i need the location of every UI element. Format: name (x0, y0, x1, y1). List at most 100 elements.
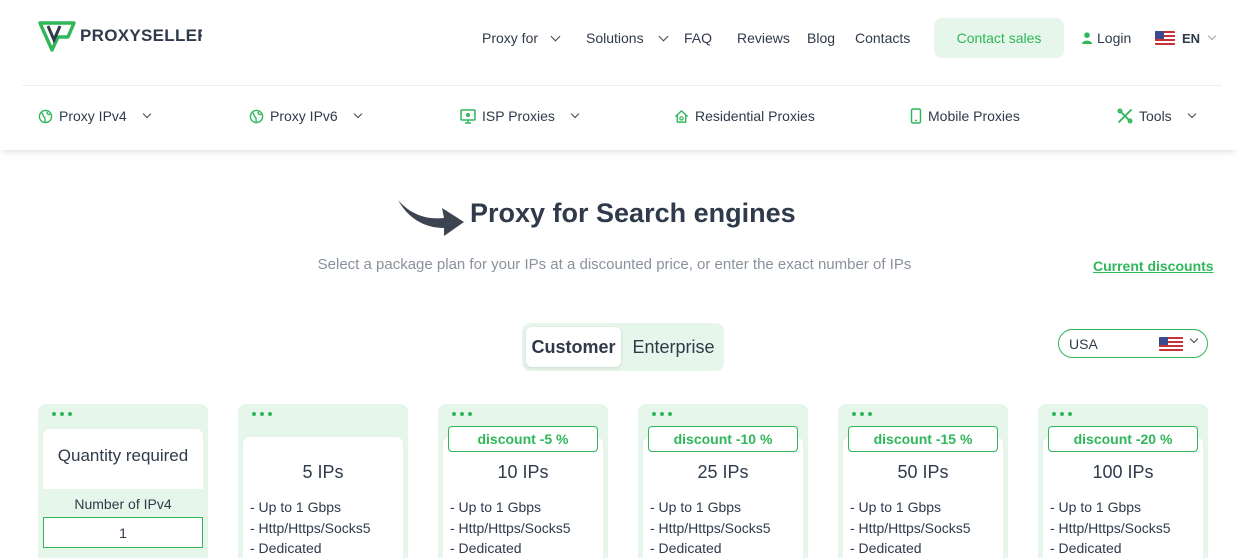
feature-speed: - Up to 1 Gbps (1050, 499, 1142, 515)
nav-proxy-for-label: Proxy for (482, 30, 539, 46)
top-header: PROXYSELLER Proxy for Solutions FAQ Revi… (0, 0, 1237, 86)
nav-blog[interactable]: Blog (807, 18, 835, 58)
package-features: - Up to 1 Gbps - Http/Https/Socks5 - Ded… (250, 497, 371, 558)
product-nav-label: Mobile Proxies (928, 108, 1020, 124)
product-nav-label: Proxy IPv4 (59, 108, 127, 124)
globe-icon (249, 109, 264, 123)
product-nav-tools[interactable]: Tools (1117, 86, 1196, 146)
product-nav: Proxy IPv4 Proxy IPv6 ISP Proxies Reside… (0, 86, 1237, 150)
language-selector[interactable]: EN (1155, 18, 1217, 58)
product-nav-isp-proxies[interactable]: ISP Proxies (460, 86, 580, 146)
package-features: - Up to 1 Gbps - Http/Https/Socks5 - Ded… (850, 497, 971, 558)
package-features: - Up to 1 Gbps - Http/Https/Socks5 - Ded… (1050, 497, 1171, 558)
product-nav-label: Tools (1139, 108, 1172, 124)
curved-arrow-icon (398, 200, 464, 236)
monitor-icon (460, 108, 476, 124)
product-nav-label: ISP Proxies (482, 108, 555, 124)
nav-reviews[interactable]: Reviews (737, 18, 790, 58)
package-ips: 5 IPs (302, 462, 344, 482)
phone-icon (910, 108, 922, 124)
feature-speed: - Up to 1 Gbps (650, 499, 742, 515)
chevron-down-icon (570, 109, 580, 119)
card-dots-icon (252, 412, 272, 416)
page-subtitle: Select a package plan for your IPs at a … (0, 256, 1237, 273)
chevron-down-icon (658, 31, 669, 41)
login-label: Login (1097, 30, 1132, 46)
feature-type: - Dedicated (450, 540, 522, 556)
package-ips: 10 IPs (497, 462, 549, 482)
page-subtitle-text: Select a package plan for your IPs at a … (317, 256, 912, 273)
chevron-down-icon (1189, 334, 1199, 344)
country-select-value: USA (1069, 335, 1098, 352)
us-flag-icon (1155, 31, 1175, 45)
current-discounts-link[interactable]: Current discounts (1093, 258, 1214, 274)
discount-badge: discount -20 % (1048, 426, 1198, 452)
nav-solutions[interactable]: Solutions (586, 18, 669, 58)
home-icon (674, 109, 689, 123)
chevron-down-icon (142, 109, 151, 119)
user-icon (1082, 32, 1092, 44)
product-nav-residential-proxies[interactable]: Residential Proxies (674, 86, 815, 146)
package-card-25[interactable]: discount -10 % 25 IPs - Up to 1 Gbps - H… (638, 404, 808, 558)
package-card-50[interactable]: discount -15 % 50 IPs - Up to 1 Gbps - H… (838, 404, 1008, 558)
feature-speed: - Up to 1 Gbps (450, 499, 542, 515)
feature-speed: - Up to 1 Gbps (250, 499, 342, 515)
product-nav-proxy-ipv6[interactable]: Proxy IPv6 (249, 86, 362, 146)
card-dots-icon (52, 412, 72, 416)
tools-icon (1117, 108, 1133, 124)
feature-speed: - Up to 1 Gbps (850, 499, 942, 515)
card-dots-icon (652, 412, 672, 416)
product-nav-label: Residential Proxies (695, 108, 815, 124)
country-select[interactable]: USA (1058, 329, 1208, 358)
nav-faq[interactable]: FAQ (684, 18, 712, 58)
feature-protocols: - Http/Https/Socks5 (850, 519, 971, 536)
us-flag-icon (1159, 337, 1183, 351)
toggle-customer[interactable]: Customer (526, 327, 621, 367)
nav-contacts-label: Contacts (855, 30, 911, 46)
discount-badge: discount -10 % (648, 426, 798, 452)
nav-solutions-label: Solutions (586, 30, 644, 46)
package-ips: 100 IPs (1092, 462, 1154, 482)
package-ips: 25 IPs (697, 462, 749, 482)
product-nav-proxy-ipv4[interactable]: Proxy IPv4 (38, 86, 151, 146)
discount-badge: discount -5 % (448, 426, 598, 452)
chevron-down-icon (550, 31, 561, 41)
nav-proxy-for[interactable]: Proxy for (482, 18, 561, 58)
package-features: - Up to 1 Gbps - Http/Https/Socks5 - Ded… (450, 497, 571, 558)
quantity-title: Quantity required (57, 446, 189, 465)
nav-contacts[interactable]: Contacts (855, 18, 910, 58)
login-link[interactable]: Login (1082, 18, 1131, 58)
product-nav-label: Proxy IPv6 (270, 108, 338, 124)
quantity-card: Quantity required Number of IPv4 (38, 404, 208, 558)
product-nav-mobile-proxies[interactable]: Mobile Proxies (910, 86, 1020, 146)
chevron-down-icon (1207, 31, 1217, 41)
feature-protocols: - Http/Https/Socks5 (250, 519, 371, 536)
package-card-10[interactable]: discount -5 % 10 IPs - Up to 1 Gbps - Ht… (438, 404, 608, 558)
nav-blog-label: Blog (807, 30, 836, 46)
quantity-card-header: Quantity required (43, 429, 203, 489)
feature-protocols: - Http/Https/Socks5 (1050, 519, 1171, 536)
nav-reviews-label: Reviews (737, 30, 790, 46)
feature-protocols: - Http/Https/Socks5 (650, 519, 771, 536)
contact-sales-button[interactable]: Contact sales (934, 18, 1064, 58)
discount-badge: discount -15 % (848, 426, 998, 452)
quantity-label: Number of IPv4 (74, 496, 172, 512)
nav-faq-label: FAQ (684, 30, 713, 46)
card-dots-icon (852, 412, 872, 416)
package-card-100[interactable]: discount -20 % 100 IPs - Up to 1 Gbps - … (1038, 404, 1208, 558)
plan-type-toggle: Customer Enterprise (522, 323, 724, 371)
chevron-down-icon (1187, 109, 1196, 119)
package-features: - Up to 1 Gbps - Http/Https/Socks5 - Ded… (650, 497, 771, 558)
toggle-enterprise[interactable]: Enterprise (627, 327, 720, 367)
page-title: Proxy for Search engines (470, 198, 796, 228)
card-dots-icon (1052, 412, 1072, 416)
feature-type: - Dedicated (250, 540, 322, 556)
package-card-5[interactable]: 5 IPs - Up to 1 Gbps - Http/Https/Socks5… (238, 404, 408, 558)
globe-icon (38, 109, 53, 123)
quantity-input[interactable] (43, 517, 203, 548)
package-ips: 50 IPs (897, 462, 949, 482)
language-label: EN (1182, 30, 1201, 46)
feature-protocols: - Http/Https/Socks5 (450, 519, 571, 536)
card-dots-icon (452, 412, 472, 416)
feature-type: - Dedicated (1050, 540, 1122, 556)
